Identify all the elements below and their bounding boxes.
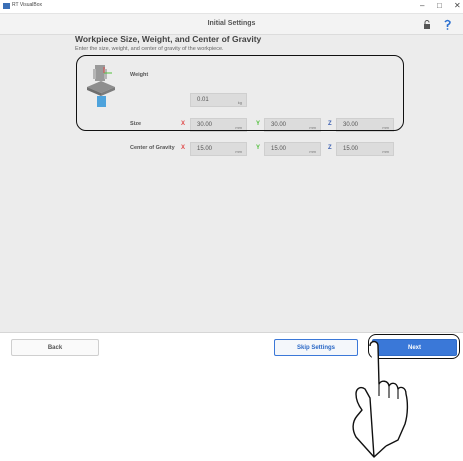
section-description: Enter the size, weight, and center of gr… (75, 46, 224, 52)
cog-label: Center of Gravity (130, 145, 175, 151)
cog-x-axis-label: X (181, 145, 186, 151)
cog-y-axis-label: Y (256, 145, 261, 151)
cog-x-unit: mm (235, 149, 242, 154)
cog-x-input[interactable]: 15.00 mm (190, 142, 247, 156)
back-button[interactable]: Back (11, 339, 99, 356)
cog-z-unit: mm (382, 149, 389, 154)
page-header: Initial Settings (0, 14, 463, 35)
cog-z-axis-label: Z (328, 145, 332, 151)
cog-z-input[interactable]: 15.00 mm (336, 142, 394, 156)
app-logo-icon (3, 3, 10, 9)
cog-y-value: 15.00 (271, 146, 287, 152)
window-titlebar: RT VisualBox – □ ✕ (0, 0, 463, 14)
cog-y-unit: mm (309, 149, 316, 154)
lock-icon[interactable] (423, 20, 431, 29)
maximize-button[interactable]: □ (437, 1, 442, 11)
app-title: RT VisualBox (12, 2, 43, 8)
highlight-annotation (76, 55, 404, 131)
cog-x-value: 15.00 (197, 146, 213, 152)
cog-z-value: 15.00 (343, 146, 359, 152)
cog-y-input[interactable]: 15.00 mm (264, 142, 321, 156)
pointing-hand-icon (352, 340, 409, 458)
minimize-button[interactable]: – (420, 1, 424, 11)
page-title: Initial Settings (207, 20, 256, 27)
help-icon[interactable] (442, 19, 453, 30)
close-button[interactable]: ✕ (454, 1, 461, 11)
section-title: Workpiece Size, Weight, and Center of Gr… (75, 34, 262, 44)
